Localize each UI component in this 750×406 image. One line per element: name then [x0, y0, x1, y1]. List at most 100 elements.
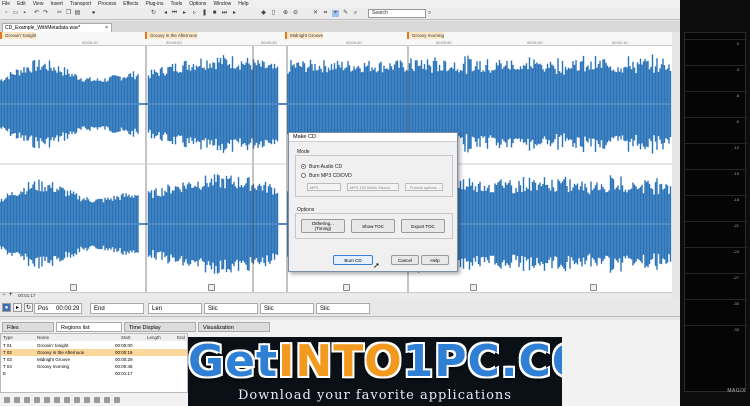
position-field[interactable]: Pos 00:00:29	[34, 303, 82, 314]
dithering-button[interactable]: Dithering... (Timing)	[301, 219, 345, 233]
play-mode-icon[interactable]: ▸	[13, 303, 22, 312]
tool-icon[interactable]	[4, 397, 10, 403]
table-row[interactable]: T 02 Groovy in the Afternoon 00:00:16	[1, 349, 187, 356]
pause-icon[interactable]: ❚	[201, 10, 208, 17]
format-select[interactable]: MP3	[307, 183, 341, 191]
open-icon[interactable]: ▭	[12, 10, 19, 17]
rewind-icon[interactable]: ◂	[162, 10, 169, 17]
zoom-in-icon[interactable]: ⊕	[282, 10, 289, 17]
horizontal-scrollbar[interactable]: − + 00:01:17	[0, 292, 672, 299]
tool-icon[interactable]	[84, 397, 90, 403]
menu-edit[interactable]: Edit	[17, 1, 26, 7]
tool-icon[interactable]	[74, 397, 80, 403]
tool-icon[interactable]	[14, 397, 20, 403]
channel-button[interactable]	[470, 284, 477, 291]
region-icon[interactable]: ▯	[270, 10, 277, 17]
search-icon[interactable]: ⌕	[428, 10, 431, 17]
menu-effects[interactable]: Effects	[123, 1, 138, 7]
tool-icon[interactable]	[104, 397, 110, 403]
col-type[interactable]: Type	[3, 335, 13, 340]
slice-field-2[interactable]: Slic	[260, 303, 314, 314]
table-row[interactable]: E 00:01:17	[1, 370, 187, 377]
menu-plugins[interactable]: Plug-ins	[145, 1, 163, 7]
radio-burn-mp3[interactable]	[301, 173, 306, 178]
export-toc-button[interactable]: Export TOC	[401, 219, 445, 233]
play-all-icon[interactable]: ▹	[191, 10, 198, 17]
slice-field-3[interactable]: Slic	[316, 303, 370, 314]
zoom-out-icon[interactable]: ⊖	[292, 10, 299, 17]
tool-icon[interactable]	[54, 397, 60, 403]
menu-view[interactable]: View	[33, 1, 44, 7]
help-button[interactable]: Help	[421, 255, 449, 265]
tool-icon[interactable]	[114, 397, 120, 403]
stop-icon[interactable]: ■	[211, 10, 218, 17]
menu-insert[interactable]: Insert	[50, 1, 63, 7]
record-icon[interactable]: ●	[90, 10, 97, 17]
table-row[interactable]: T 04 Groovy morning 00:00:46	[1, 363, 187, 370]
menu-transport[interactable]: Transport	[70, 1, 91, 7]
slice-field-1[interactable]: Slic	[204, 303, 258, 314]
channel-button[interactable]	[208, 284, 215, 291]
tool-icon[interactable]	[34, 397, 40, 403]
forward-icon[interactable]: ▸	[231, 10, 238, 17]
cut-icon[interactable]: ✂	[56, 10, 63, 17]
channel-button[interactable]	[343, 284, 350, 291]
edit-tool-icon[interactable]: ⌖	[332, 10, 339, 17]
quality-select[interactable]: MP3 192 kBit/s Stereo	[347, 183, 399, 191]
undo-icon[interactable]: ↶	[33, 10, 40, 17]
region-marker-3[interactable]: Midnight Groove	[285, 32, 324, 39]
close-icon[interactable]: ×	[105, 24, 108, 32]
col-length[interactable]: Length	[147, 335, 161, 340]
region-marker-2[interactable]: Groovy in the Afternoon	[145, 32, 198, 39]
new-file-icon[interactable]: ▫	[3, 10, 10, 17]
show-toc-button[interactable]: Show TOC	[351, 219, 395, 233]
radio-burn-audio[interactable]	[301, 164, 306, 169]
copy-icon[interactable]: ❐	[65, 10, 72, 17]
tab-visualization[interactable]: Visualization	[198, 322, 270, 332]
region-marker-4[interactable]: Groovy morning	[407, 32, 445, 39]
trim-icon[interactable]: ✕	[312, 10, 319, 17]
zoom-minus-icon[interactable]: −	[2, 292, 6, 298]
tab-time-display[interactable]: Time Display	[124, 322, 196, 332]
format-options-button[interactable]: Format options...	[405, 183, 443, 191]
magnify-icon[interactable]: ⌕	[352, 10, 359, 17]
tool-icon[interactable]	[64, 397, 70, 403]
channel-button[interactable]	[590, 284, 597, 291]
menu-options[interactable]: Options	[189, 1, 206, 7]
record-mode-icon[interactable]: ●	[2, 303, 11, 312]
tab-document[interactable]: CD_Example_WithMetadata.wav* ×	[2, 23, 112, 32]
loop-mode-icon[interactable]: ↻	[24, 303, 33, 312]
channel-button[interactable]	[70, 284, 77, 291]
table-row[interactable]: T 03 Midnight Groove 00:00:29	[1, 356, 187, 363]
menu-window[interactable]: Window	[213, 1, 231, 7]
tool-icon[interactable]	[24, 397, 30, 403]
save-icon[interactable]: ▪	[21, 10, 28, 17]
redo-icon[interactable]: ↷	[42, 10, 49, 17]
paste-icon[interactable]: ▤	[74, 10, 81, 17]
menu-help[interactable]: Help	[238, 1, 248, 7]
menu-tools[interactable]: Tools	[171, 1, 183, 7]
loop-icon[interactable]: ↻	[150, 10, 157, 17]
pencil-icon[interactable]: ✎	[342, 10, 349, 17]
tool-icon[interactable]	[94, 397, 100, 403]
go-end-icon[interactable]: ⏭	[221, 10, 228, 17]
col-start[interactable]: Start	[121, 335, 131, 340]
region-marker-1[interactable]: Groovin' tonight	[0, 32, 37, 39]
marker-icon[interactable]: ◆	[260, 10, 267, 17]
menu-process[interactable]: Process	[98, 1, 116, 7]
go-start-icon[interactable]: ⏮	[171, 10, 178, 17]
crop-icon[interactable]: ⌗	[322, 10, 329, 17]
search-input[interactable]: Search	[368, 9, 426, 18]
table-row[interactable]: T 01 Groovin' tonight 00:00:00	[1, 342, 187, 349]
end-field[interactable]: End	[90, 303, 144, 314]
time-ruler[interactable]: Groovin' tonight Groovy in the Afternoon…	[0, 32, 672, 46]
cancel-button[interactable]: Cancel	[391, 255, 419, 265]
play-icon[interactable]: ▸	[181, 10, 188, 17]
tool-icon[interactable]	[44, 397, 50, 403]
burn-cd-button[interactable]: Burn CD	[333, 255, 373, 265]
tab-regions-list[interactable]: Regions list	[56, 322, 122, 332]
zoom-plus-icon[interactable]: +	[9, 292, 13, 298]
col-end[interactable]: End	[177, 335, 185, 340]
radio-burn-mp3-label[interactable]: Burn MP3 CD/DVD	[309, 173, 352, 179]
tab-files[interactable]: Files	[2, 322, 54, 332]
